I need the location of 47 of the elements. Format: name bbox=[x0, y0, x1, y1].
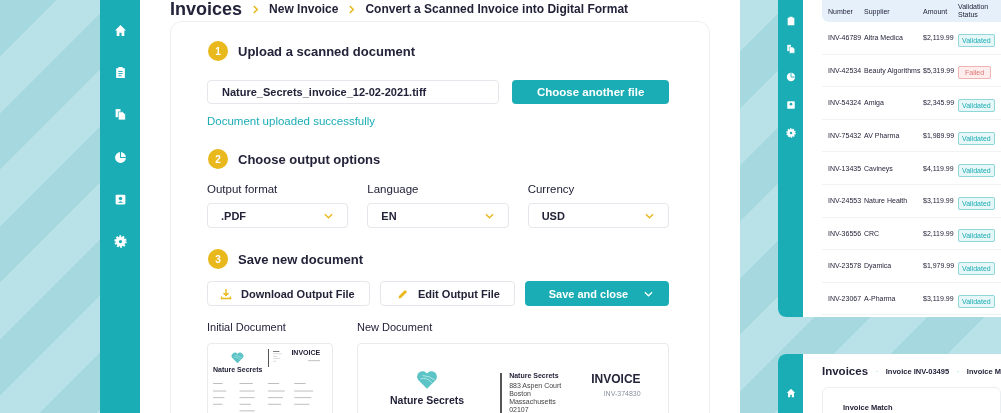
field-label: Output format bbox=[207, 183, 279, 197]
invoice-title: INVOICE bbox=[591, 372, 641, 386]
contact-card-icon[interactable] bbox=[785, 100, 796, 110]
breadcrumb-link[interactable]: Invoices bbox=[822, 365, 869, 378]
dropdown[interactable]: .PDF bbox=[207, 203, 349, 228]
pie-chart-icon[interactable] bbox=[785, 72, 796, 82]
heart-logo-icon bbox=[416, 370, 439, 390]
caret-icon bbox=[644, 290, 654, 297]
section-label: New Document bbox=[357, 321, 434, 335]
caret-icon bbox=[645, 212, 654, 219]
chevron-icon bbox=[252, 4, 260, 14]
download-button[interactable]: Download Output File bbox=[207, 281, 370, 306]
section-label: Initial Document bbox=[207, 321, 287, 335]
success-message: Document uploaded successfully bbox=[207, 115, 377, 129]
documents-icon[interactable] bbox=[785, 44, 796, 54]
documents-icon[interactable] bbox=[113, 108, 127, 121]
step-title: Upload a scanned document bbox=[238, 43, 415, 59]
breadcrumb-link[interactable]: Convert a Scanned Invoice into Digital Format bbox=[365, 3, 629, 15]
company-name: Nature Secrets bbox=[390, 394, 465, 406]
step-title: Choose output options bbox=[238, 151, 381, 167]
edit-button[interactable]: Edit Output File bbox=[380, 281, 515, 306]
contact-card-icon[interactable] bbox=[113, 193, 127, 206]
field-label: Currency bbox=[527, 183, 576, 197]
settings-icon[interactable] bbox=[785, 128, 796, 138]
home-icon[interactable] bbox=[113, 24, 127, 37]
dropdown[interactable]: USD bbox=[527, 203, 669, 228]
chevron-icon bbox=[348, 4, 356, 14]
pie-chart-icon[interactable] bbox=[113, 151, 127, 164]
home-icon[interactable] bbox=[785, 388, 796, 399]
caret-icon bbox=[324, 212, 334, 219]
breadcrumb-link[interactable]: Invoices bbox=[170, 0, 243, 18]
caret-icon bbox=[484, 212, 494, 219]
step-number: 3 bbox=[208, 249, 228, 269]
clipboard-icon[interactable] bbox=[113, 66, 127, 79]
step-number: 1 bbox=[208, 41, 228, 61]
file-name-field[interactable]: Nature_Secrets_invoice_12-02-2021.tiff bbox=[207, 80, 500, 104]
settings-icon[interactable] bbox=[113, 235, 127, 248]
heart-logo-icon bbox=[231, 352, 245, 364]
pencil-icon bbox=[397, 287, 409, 300]
download-icon bbox=[220, 287, 232, 300]
clipboard-icon[interactable] bbox=[785, 16, 796, 26]
step-title: Save new document bbox=[238, 251, 363, 267]
step-number: 2 bbox=[208, 149, 228, 169]
field-label: Language bbox=[367, 183, 420, 197]
dropdown[interactable]: EN bbox=[367, 203, 509, 228]
breadcrumb-link[interactable]: New Invoice bbox=[269, 3, 339, 15]
text-line-drawing bbox=[308, 360, 321, 362]
